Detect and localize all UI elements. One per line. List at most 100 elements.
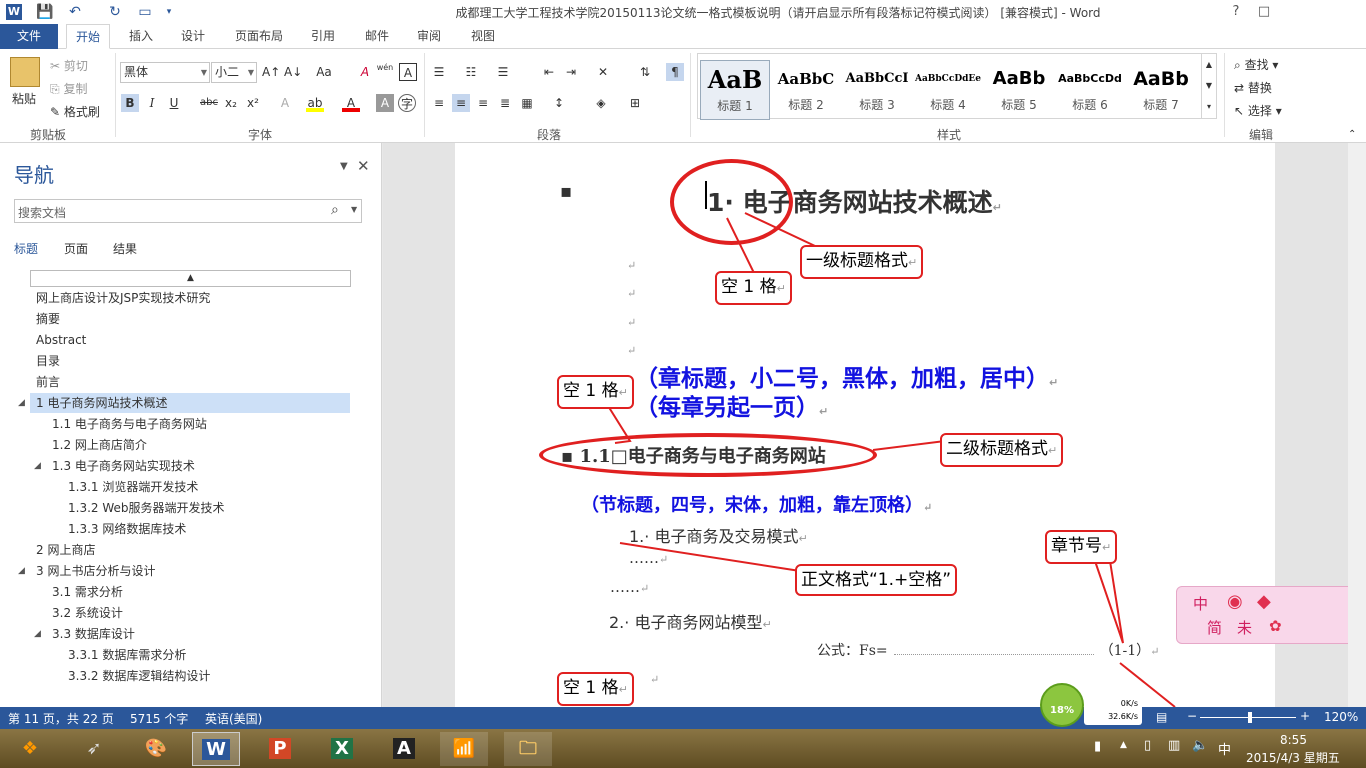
section-heading[interactable]: ▪ 1.1□电子商务与电子商务网站 (561, 442, 826, 468)
formula-line[interactable]: 公式：Fs= （1-1）↵ (817, 640, 1159, 660)
zoom-out-icon[interactable]: − (1187, 709, 1197, 723)
find-button[interactable]: ⌕ 查找 ▾ (1234, 56, 1278, 73)
bold-button[interactable]: B (121, 94, 139, 112)
paint-app-icon[interactable]: 🎨 (132, 732, 180, 766)
powerpoint-taskbar-icon[interactable]: P (256, 732, 304, 766)
nav-options-icon[interactable]: ▼ (340, 161, 348, 172)
tab-references[interactable]: 引用 (302, 24, 344, 49)
search-icon[interactable]: ⌕ (331, 202, 339, 218)
grow-font-icon[interactable]: A↑ (262, 63, 280, 81)
tab-design[interactable]: 设计 (172, 24, 214, 49)
nav-heading-item[interactable]: Abstract (30, 330, 350, 350)
font-name-select[interactable]: 黑体 ▼ (120, 62, 210, 83)
strikethrough-button[interactable]: abc (198, 94, 220, 112)
nav-heading-item[interactable]: 目录 (30, 351, 350, 371)
clock-date[interactable]: 2015/4/3 星期五 (1246, 749, 1340, 766)
style-heading-5[interactable]: AaBb 标题 5 (984, 60, 1054, 120)
cut-button[interactable]: ✂ 剪切 (50, 57, 88, 74)
format-painter-button[interactable]: ✎ 格式刷 (50, 103, 100, 120)
network-icon[interactable]: ▥ (1168, 738, 1180, 753)
tab-review[interactable]: 审阅 (408, 24, 450, 49)
nav-heading-item[interactable]: 1.3.1 浏览器端开发技术 (30, 477, 350, 497)
align-left-icon[interactable]: ≡ (430, 94, 448, 112)
select-button[interactable]: ↖ 选择 ▾ (1234, 102, 1282, 119)
close-icon[interactable]: ✕ (357, 157, 370, 175)
replace-button[interactable]: ⇄ 替换 (1234, 79, 1272, 96)
tab-home[interactable]: 开始 (66, 24, 110, 49)
word-taskbar-icon[interactable]: W (192, 732, 240, 766)
justify-icon[interactable]: ≣ (496, 94, 514, 112)
file-explorer-icon[interactable]: 🗀 (504, 732, 552, 766)
change-case-icon[interactable]: Aa (312, 63, 336, 81)
start-button-icon[interactable]: ❖ (6, 732, 54, 766)
language[interactable]: 英语(美国) (205, 710, 262, 727)
paste-button[interactable]: 粘贴 (12, 90, 36, 107)
nav-heading-item[interactable]: 2 网上商店 (30, 540, 350, 560)
copy-button[interactable]: ⎘ 复制 (50, 80, 87, 97)
speed-monitor-icon[interactable]: 18% (1040, 683, 1084, 727)
tab-file[interactable]: 文件 (0, 24, 58, 49)
distributed-icon[interactable]: ▦ (518, 94, 536, 112)
shading-icon[interactable]: ◈ (592, 94, 610, 112)
word-count[interactable]: 5715 个字 (130, 710, 188, 727)
nav-heading-item[interactable]: 3.3 数据库设计 (30, 624, 350, 644)
read-mode-icon[interactable]: ▤ (1156, 710, 1167, 724)
style-heading-2[interactable]: AaBbC 标题 2 (771, 60, 841, 120)
superscript-button[interactable]: x² (244, 94, 262, 112)
style-heading-1[interactable]: AaB 标题 1 (700, 60, 770, 120)
nav-heading-item[interactable]: 1.3.2 Web服务器端开发技术 (30, 498, 350, 518)
asian-layout-icon[interactable]: ✕ (594, 63, 612, 81)
tab-page-layout[interactable]: 页面布局 (228, 24, 290, 49)
nav-heading-item[interactable]: 3.1 需求分析 (30, 582, 350, 602)
body-item-2[interactable]: 2.· 电子商务网站模型↵ (609, 609, 772, 633)
character-shading-icon[interactable]: A (376, 94, 394, 112)
decrease-indent-icon[interactable]: ⇤ (540, 63, 558, 81)
nav-heading-item[interactable]: 1.1 电子商务与电子商务网站 (30, 414, 350, 434)
shrink-font-icon[interactable]: A↓ (284, 63, 302, 81)
acrobat-taskbar-icon[interactable]: A (380, 732, 428, 766)
nav-heading-item[interactable]: 3 网上书店分析与设计 (30, 561, 350, 581)
enclose-characters-icon[interactable]: 字 (398, 94, 416, 112)
multilevel-list-icon[interactable]: ☰ (494, 63, 512, 81)
tab-insert[interactable]: 插入 (120, 24, 162, 49)
clock-time[interactable]: 8:55 (1280, 733, 1307, 747)
nav-heading-item[interactable]: 1.3.3 网络数据库技术 (30, 519, 350, 539)
page-count[interactable]: 第 11 页，共 22 页 (8, 710, 114, 727)
scroll-to-top-button[interactable]: ▲ (30, 270, 351, 287)
align-right-icon[interactable]: ≡ (474, 94, 492, 112)
style-heading-6[interactable]: AaBbCcDd 标题 6 (1055, 60, 1125, 120)
chevron-down-icon[interactable]: ▼ (351, 205, 357, 214)
collapse-ribbon-icon[interactable]: ⌃ (1348, 129, 1356, 140)
font-size-select[interactable]: 小二 ▼ (211, 62, 257, 83)
font-color-icon[interactable]: A (342, 94, 360, 112)
nav-heading-item[interactable]: 1.2 网上商店简介 (30, 435, 350, 455)
battery-icon[interactable]: ▮ (1094, 739, 1101, 754)
tab-view[interactable]: 视图 (462, 24, 504, 49)
sort-icon[interactable]: ⇅ (636, 63, 654, 81)
tab-headings[interactable]: 标题 (14, 240, 38, 257)
tab-results[interactable]: 结果 (113, 240, 137, 257)
nav-heading-item[interactable]: 1 电子商务网站技术概述 (30, 393, 350, 413)
character-border-icon[interactable]: A (399, 63, 417, 81)
phonetic-guide-icon[interactable]: wén (376, 59, 394, 77)
rocket-app-icon[interactable]: ➶ (70, 732, 118, 766)
clear-formatting-icon[interactable]: A (356, 63, 374, 81)
nav-heading-item[interactable]: 3.2 系统设计 (30, 603, 350, 623)
style-heading-7[interactable]: AaBb 标题 7 (1126, 60, 1196, 120)
zoom-in-icon[interactable]: + (1300, 709, 1310, 723)
tab-mailings[interactable]: 邮件 (356, 24, 398, 49)
zoom-slider-thumb[interactable] (1248, 712, 1252, 723)
bullets-icon[interactable]: ☰ (430, 63, 448, 81)
search-input[interactable]: 搜索文档 ⌕ ▼ (14, 199, 362, 223)
styles-scroll[interactable]: ▲ ▼ ▾ (1201, 54, 1216, 118)
borders-icon[interactable]: ⊞ (626, 94, 644, 112)
ime-indicator[interactable]: 中 (1218, 739, 1231, 758)
line-spacing-icon[interactable]: ↕ (550, 94, 568, 112)
style-heading-4[interactable]: AaBbCcDdEe 标题 4 (913, 60, 983, 120)
power-icon[interactable]: ▯ (1144, 738, 1151, 753)
paste-icon[interactable] (10, 57, 40, 87)
collapse-triangle-icon[interactable]: ◢ (18, 398, 25, 408)
style-heading-3[interactable]: AaBbCcI 标题 3 (842, 60, 912, 120)
nav-heading-item[interactable]: 3.3.2 数据库逻辑结构设计 (30, 666, 350, 686)
align-center-icon[interactable]: ≡ (452, 94, 470, 112)
